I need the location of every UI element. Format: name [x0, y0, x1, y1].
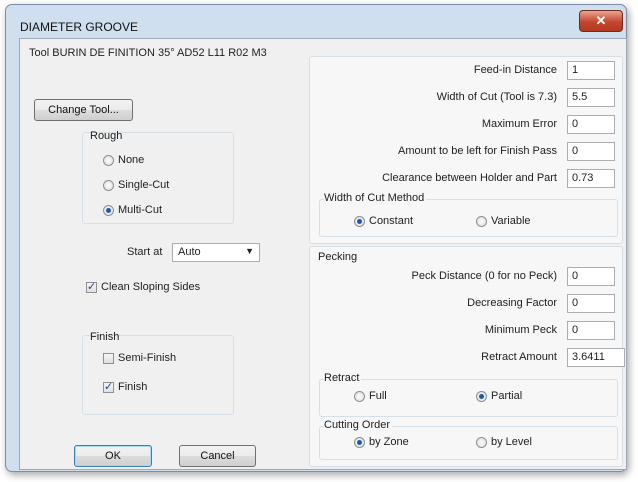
decreasing-factor-label: Decreasing Factor [467, 297, 557, 309]
max-error-label: Maximum Error [481, 118, 557, 130]
cutting-order-title: Cutting Order [324, 419, 393, 431]
cancel-button[interactable]: Cancel [179, 445, 256, 467]
start-at-label: Start at [127, 246, 163, 258]
chevron-down-icon: ▼ [245, 246, 254, 256]
rough-none-radio[interactable] [103, 155, 114, 166]
peck-distance-field[interactable]: 0 [567, 267, 615, 286]
variable-radio[interactable] [476, 216, 487, 227]
tool-label: Tool BURIN DE FINITION 35° AD52 L11 R02 … [29, 47, 267, 59]
constant-label: Constant [369, 215, 414, 227]
width-method-title: Width of Cut Method [324, 192, 427, 204]
clearance-field[interactable]: 0.73 [567, 169, 615, 188]
rough-multi-cut-label: Multi-Cut [118, 204, 163, 216]
pecking-title: Pecking [318, 251, 358, 263]
minimum-peck-label: Minimum Peck [484, 324, 557, 336]
finish-group [82, 335, 234, 415]
retract-amount-label: Retract Amount [481, 351, 557, 363]
retract-amount-field[interactable]: 3.6411 [567, 348, 625, 367]
checkmark-icon: ✓ [104, 381, 114, 393]
start-at-dropdown[interactable]: Auto ▼ [172, 243, 260, 262]
rough-none-label: None [118, 154, 145, 166]
ok-button[interactable]: OK [74, 445, 152, 467]
peck-distance-label: Peck Distance (0 for no Peck) [411, 270, 557, 282]
rough-single-cut-radio[interactable] [103, 180, 114, 191]
finish-pass-field[interactable]: 0 [567, 142, 615, 161]
rough-single-cut-label: Single-Cut [118, 179, 170, 191]
by-level-radio[interactable] [476, 437, 487, 448]
by-level-label: by Level [491, 436, 532, 448]
retract-full-label: Full [369, 390, 387, 402]
width-of-cut-field[interactable]: 5.5 [567, 88, 615, 107]
max-error-field[interactable]: 0 [567, 115, 615, 134]
retract-partial-radio[interactable] [476, 391, 487, 402]
clean-sloping-label: Clean Sloping Sides [101, 281, 201, 293]
constant-radio[interactable] [354, 216, 365, 227]
change-tool-button[interactable]: Change Tool... [34, 99, 133, 121]
rough-title: Rough [90, 130, 123, 142]
dialog-client-area: Tool BURIN DE FINITION 35° AD52 L11 R02 … [19, 38, 627, 470]
feed-in-label: Feed-in Distance [473, 64, 557, 76]
close-icon: ✕ [595, 13, 607, 28]
start-at-value: Auto [178, 246, 201, 258]
close-button[interactable]: ✕ [579, 10, 623, 32]
finish-pass-label: Amount to be left for Finish Pass [398, 145, 557, 157]
decreasing-factor-field[interactable]: 0 [567, 294, 615, 313]
width-of-cut-label: Width of Cut (Tool is 7.3) [436, 91, 557, 103]
minimum-peck-field[interactable]: 0 [567, 321, 615, 340]
clearance-label: Clearance between Holder and Part [382, 172, 557, 184]
finish-checkbox[interactable]: ✓ [103, 381, 114, 393]
by-zone-label: by Zone [369, 436, 409, 448]
retract-full-radio[interactable] [354, 391, 365, 402]
by-zone-radio[interactable] [354, 437, 365, 448]
semi-finish-label: Semi-Finish [118, 352, 177, 364]
semi-finish-checkbox[interactable] [103, 353, 114, 364]
variable-label: Variable [491, 215, 531, 227]
finish-title: Finish [90, 331, 120, 343]
retract-title: Retract [324, 372, 362, 384]
rough-multi-cut-radio[interactable] [103, 205, 114, 216]
finish-label: Finish [118, 381, 148, 393]
checkmark-icon: ✓ [87, 281, 97, 293]
window-title: DIAMETER GROOVE [20, 20, 139, 34]
retract-partial-label: Partial [491, 390, 523, 402]
feed-in-field[interactable]: 1 [567, 61, 615, 80]
clean-sloping-checkbox[interactable]: ✓ [86, 281, 97, 293]
dialog-window: DIAMETER GROOVE ✕ Tool BURIN DE FINITION… [5, 4, 627, 472]
